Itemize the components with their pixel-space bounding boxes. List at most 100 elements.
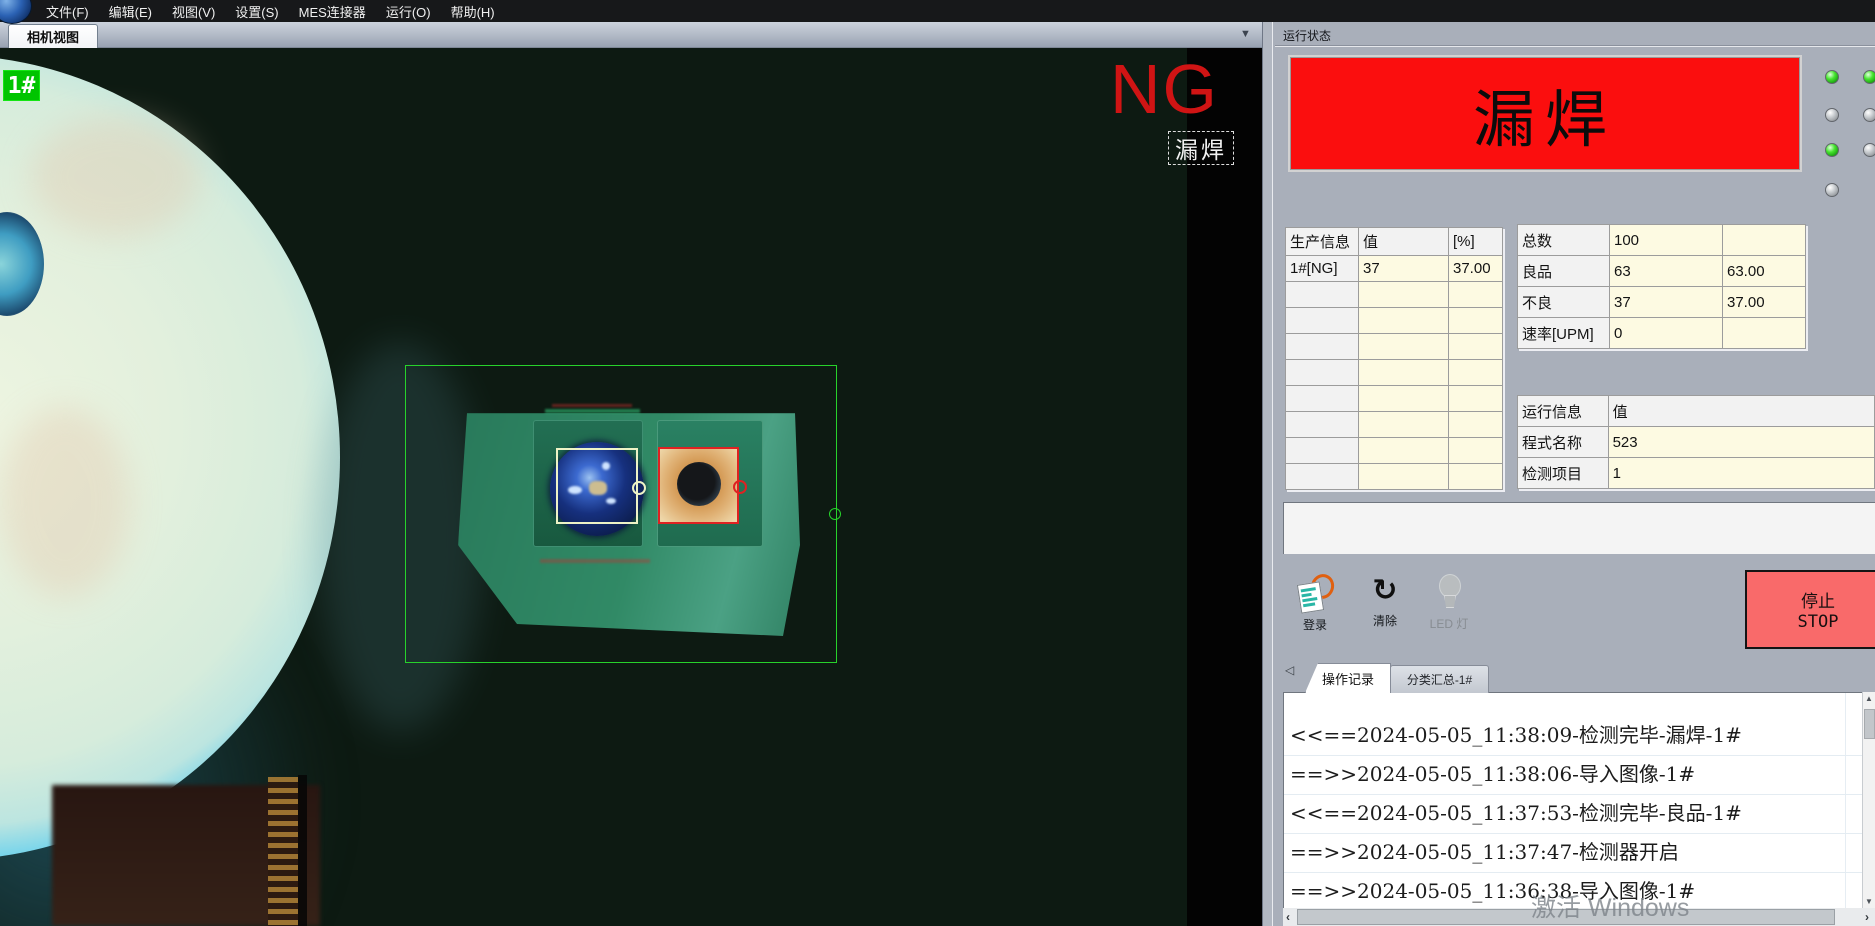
- log-entry-3[interactable]: ==>>2024-05-05_11:37:47-检测器开启: [1284, 834, 1862, 873]
- clear-button[interactable]: ↻ 清除: [1357, 574, 1413, 629]
- table-label-cell: [1286, 438, 1359, 464]
- chevron-down-icon[interactable]: ▼: [1240, 28, 1251, 40]
- led-indicator-gray: [1863, 143, 1875, 157]
- roi-handle[interactable]: [829, 508, 841, 520]
- scroll-down-icon[interactable]: ▼: [1863, 897, 1875, 906]
- table-row: [1286, 334, 1503, 360]
- led-indicator-gray: [1825, 108, 1839, 122]
- table-row: 程式名称523: [1518, 427, 1875, 458]
- scroll-left-icon[interactable]: ‹: [1286, 908, 1290, 926]
- table-row: 不良3737.00: [1518, 287, 1806, 318]
- refresh-arrow-icon: ↻: [1372, 574, 1397, 608]
- table-row: [1286, 360, 1503, 386]
- table-label-cell: 值: [1608, 396, 1874, 427]
- table-label-cell: [%]: [1449, 228, 1503, 256]
- connector-strip: [268, 777, 298, 926]
- led-indicator-gray: [1863, 108, 1875, 122]
- menu-item-3[interactable]: 设置(S): [235, 2, 278, 21]
- log-entry-2[interactable]: <<==2024-05-05_11:37:53-检测完毕-良品-1#: [1284, 795, 1862, 834]
- menu-item-5[interactable]: 运行(O): [386, 2, 431, 21]
- table-row: 1#[NG]3737.00: [1286, 256, 1503, 282]
- stop-button[interactable]: 停止 STOP: [1745, 570, 1875, 649]
- status-banner: 漏焊: [1288, 55, 1802, 172]
- panel-splitter[interactable]: [1262, 22, 1273, 926]
- scrollbar-thumb[interactable]: [1864, 709, 1875, 739]
- tab-classification-summary[interactable]: 分类汇总-1#: [1390, 665, 1489, 693]
- disc-tint: [30, 117, 200, 237]
- run-status-panel: 运行状态 漏焊 生产信息值[%]1#[NG]3737.00 总数100良品636…: [1273, 22, 1875, 926]
- view-tab-strip: 相机视图 ▼: [0, 22, 1262, 48]
- table-row: 总数100: [1518, 225, 1806, 256]
- table-value-cell: 63.00: [1723, 256, 1806, 287]
- table-label-cell: 良品: [1518, 256, 1610, 287]
- table-value-cell: [1359, 386, 1449, 412]
- table-value-cell: [1449, 360, 1503, 386]
- runinfo-table[interactable]: 运行信息值程式名称523检测项目1: [1517, 395, 1875, 489]
- led-light-button[interactable]: LED 灯: [1421, 574, 1477, 632]
- board-edge-line: [298, 775, 307, 926]
- table-value-cell: 37.00: [1723, 287, 1806, 318]
- table-label-cell: 1#[NG]: [1286, 256, 1359, 282]
- table-value-cell: 523: [1608, 427, 1874, 458]
- log-entry-1[interactable]: ==>>2024-05-05_11:38:06-导入图像-1#: [1284, 756, 1862, 795]
- table-row: 运行信息值: [1518, 396, 1875, 427]
- table-value-cell: 1: [1608, 458, 1874, 489]
- table-value-cell: [1723, 225, 1806, 256]
- camera-view-panel[interactable]: 1# NG 漏焊: [0, 47, 1262, 926]
- app-window: 文件(F) 编辑(E) 视图(V) 设置(S) MES连接器 运行(O) 帮助(H) 相机视…: [0, 0, 1875, 926]
- table-value-cell: [1449, 412, 1503, 438]
- scroll-right-icon[interactable]: ›: [1865, 908, 1869, 926]
- table-value-cell: [1359, 308, 1449, 334]
- menu-item-6[interactable]: 帮助(H): [451, 2, 495, 21]
- table-label-cell: [1286, 412, 1359, 438]
- table-row: [1286, 386, 1503, 412]
- table-label-cell: [1286, 334, 1359, 360]
- log-entry-0[interactable]: <<==2024-05-05_11:38:09-检测完毕-漏焊-1#: [1284, 717, 1862, 756]
- stop-label-cn: 停止: [1801, 587, 1835, 612]
- disc-tint: [0, 407, 130, 597]
- table-value-cell: [1449, 282, 1503, 308]
- menu-item-4[interactable]: MES连接器: [299, 2, 366, 21]
- led-indicator-green: [1863, 70, 1875, 84]
- roi-rectangle[interactable]: [405, 365, 837, 663]
- table-value-cell: [1449, 464, 1503, 490]
- log-tab-scroll-left-icon[interactable]: ◁: [1285, 663, 1294, 677]
- menu-bar: 文件(F) 编辑(E) 视图(V) 设置(S) MES连接器 运行(O) 帮助(H): [0, 0, 1875, 22]
- led-label: LED 灯: [1430, 615, 1469, 632]
- stats-table[interactable]: 总数100良品6363.00不良3737.00速率[UPM]0: [1517, 224, 1806, 349]
- led-indicator-gray: [1825, 183, 1839, 197]
- table-row: [1286, 282, 1503, 308]
- tab-camera-view[interactable]: 相机视图: [8, 24, 98, 48]
- table-label-cell: [1286, 308, 1359, 334]
- led-indicator-green: [1825, 143, 1839, 157]
- table-value-cell: [1359, 334, 1449, 360]
- clear-label: 清除: [1373, 612, 1397, 629]
- login-button[interactable]: 登录: [1287, 574, 1343, 633]
- table-value-cell: [1359, 464, 1449, 490]
- table-value-cell: [1359, 412, 1449, 438]
- table-row: 速率[UPM]0: [1518, 318, 1806, 349]
- id-badge-icon: [1297, 574, 1333, 612]
- table-value-cell: [1449, 308, 1503, 334]
- menu-item-1[interactable]: 编辑(E): [109, 2, 152, 21]
- menu-item-2[interactable]: 视图(V): [172, 2, 215, 21]
- menu-item-0[interactable]: 文件(F): [46, 2, 89, 21]
- table-value-cell: [1449, 386, 1503, 412]
- operation-log-list[interactable]: <<==2024-05-05_11:38:09-检测完毕-漏焊-1#==>>20…: [1283, 692, 1862, 908]
- stop-label-en: STOP: [1798, 612, 1839, 632]
- table-label-cell: [1286, 386, 1359, 412]
- log-vertical-scrollbar[interactable]: ▲ ▼: [1862, 692, 1875, 908]
- table-value-cell: [1449, 334, 1503, 360]
- table-value-cell: 100: [1610, 225, 1723, 256]
- table-row: 良品6363.00: [1518, 256, 1806, 287]
- table-value-cell: [1449, 438, 1503, 464]
- table-row: [1286, 464, 1503, 490]
- tab-operation-log[interactable]: 操作记录: [1305, 663, 1391, 693]
- scroll-up-icon[interactable]: ▲: [1863, 694, 1875, 703]
- table-label-cell: 生产信息: [1286, 228, 1359, 256]
- led-indicator-green: [1825, 70, 1839, 84]
- activate-windows-watermark: 激活 Windows: [1531, 888, 1689, 924]
- table-label-cell: 程式名称: [1518, 427, 1609, 458]
- production-table[interactable]: 生产信息值[%]1#[NG]3737.00: [1285, 227, 1503, 490]
- table-label-cell: 速率[UPM]: [1518, 318, 1610, 349]
